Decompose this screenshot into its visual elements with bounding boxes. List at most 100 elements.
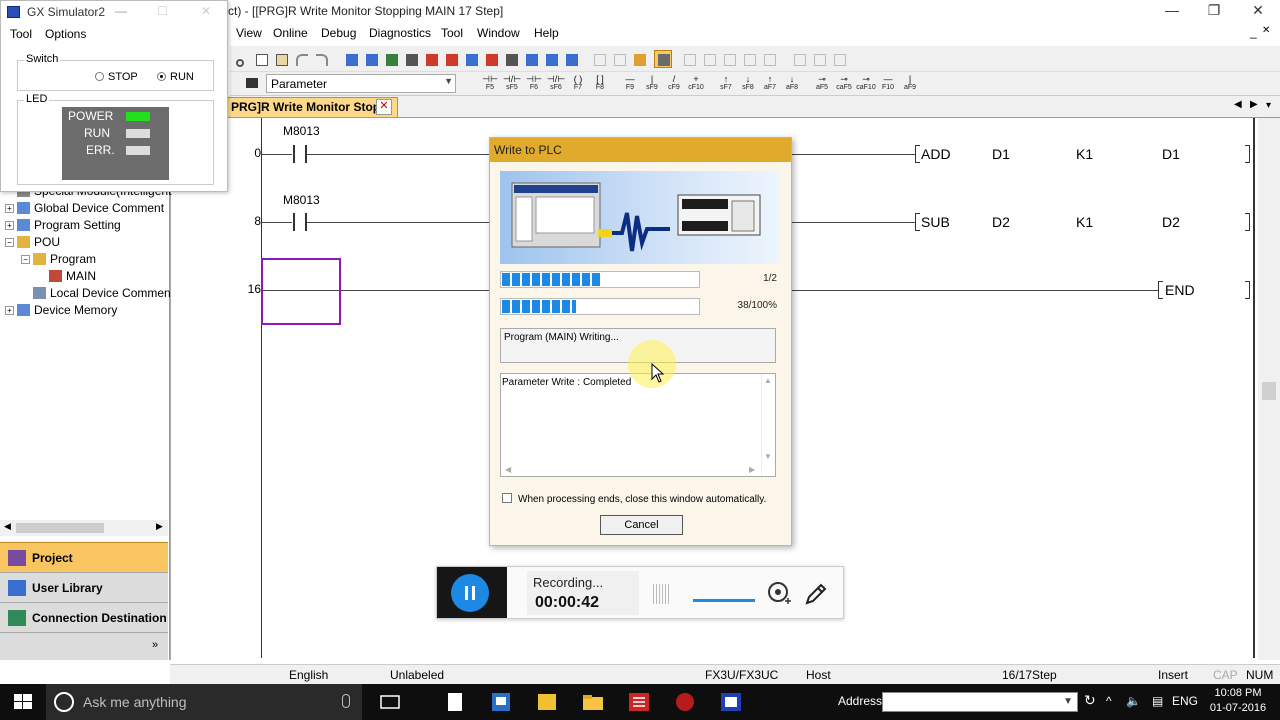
- insert-line-icon[interactable]: [680, 50, 698, 68]
- tree-item-global-device-comment[interactable]: + Global Device Comment: [5, 201, 164, 217]
- scroll-left-icon[interactable]: ◀: [505, 465, 511, 474]
- ladder-key-af5[interactable]: ⊸ aF5: [812, 75, 832, 93]
- insert-col-icon[interactable]: [720, 50, 738, 68]
- webcam-icon[interactable]: [767, 581, 791, 607]
- scroll-right-icon[interactable]: ▶: [156, 521, 163, 532]
- read-plc-icon[interactable]: [422, 50, 440, 68]
- microphone-icon[interactable]: [342, 694, 350, 708]
- pencil-icon[interactable]: [803, 581, 829, 607]
- ladder-key-sf6[interactable]: ⊣/⊢ sF6: [546, 75, 566, 93]
- input-language[interactable]: ENG: [1172, 694, 1198, 708]
- ladder-key-caf10[interactable]: ⊸ caF10: [856, 75, 876, 93]
- restore-button[interactable]: ❐: [1192, 0, 1236, 22]
- paste-icon[interactable]: [272, 50, 290, 68]
- comment-icon[interactable]: [630, 50, 648, 68]
- mdi-minimize-button[interactable]: _: [1250, 25, 1257, 39]
- log-horizontal-scrollbar[interactable]: ◀ ▶: [501, 464, 761, 476]
- collapse-icon[interactable]: −: [5, 238, 14, 247]
- ladder-key-af8[interactable]: ↓ aF8: [782, 75, 802, 93]
- refresh-icon[interactable]: ↻: [1084, 692, 1096, 709]
- operand[interactable]: D1: [992, 146, 1010, 162]
- delete-line-icon[interactable]: [700, 50, 718, 68]
- log-vertical-scrollbar[interactable]: ▲ ▼: [761, 374, 775, 476]
- run-radio[interactable]: RUN: [157, 71, 194, 83]
- file-explorer-icon[interactable]: [581, 690, 605, 714]
- checkbox-box[interactable]: [502, 493, 512, 503]
- expand-icon[interactable]: +: [5, 221, 14, 230]
- windows-start-icon[interactable]: [0, 684, 46, 720]
- ladder-key-f10[interactable]: — F10: [878, 75, 898, 93]
- ladder-key-cf9[interactable]: / cF9: [664, 75, 684, 93]
- menu-view[interactable]: View: [236, 26, 262, 40]
- red-app-icon[interactable]: [673, 690, 697, 714]
- menu-debug[interactable]: Debug: [321, 26, 356, 40]
- operand[interactable]: K1: [1076, 214, 1093, 230]
- ladder-sym-icon[interactable]: [790, 50, 808, 68]
- tab-list-icon[interactable]: ▾: [1266, 100, 1271, 111]
- operand[interactable]: D2: [992, 214, 1010, 230]
- contact-label[interactable]: M8013: [283, 193, 320, 207]
- chevron-down-icon[interactable]: ▼: [1063, 696, 1073, 707]
- nav-tab-connection-destination[interactable]: Connection Destination: [0, 602, 168, 632]
- sim-menu-tool[interactable]: Tool: [10, 27, 32, 41]
- collapse-icon[interactable]: −: [21, 255, 30, 264]
- copy-icon[interactable]: [252, 50, 270, 68]
- gx-simulator-icon[interactable]: [719, 690, 743, 714]
- scroll-left-icon[interactable]: ◀: [4, 521, 11, 532]
- scroll-down-icon[interactable]: ▼: [764, 452, 772, 461]
- ladder-key-sf7[interactable]: ↑ sF7: [716, 75, 736, 93]
- menu-help[interactable]: Help: [534, 26, 559, 40]
- scroll-right-icon[interactable]: ▶: [749, 465, 755, 474]
- ladder-key-f6[interactable]: ⊣⊢ F6: [524, 75, 544, 93]
- dev-2-icon[interactable]: [562, 50, 580, 68]
- instruction-name[interactable]: ADD: [921, 146, 951, 162]
- monitor-icon[interactable]: [482, 50, 500, 68]
- monitor-stop-icon[interactable]: [502, 50, 520, 68]
- tree-item-program[interactable]: − Program: [21, 252, 96, 268]
- cross-reference-icon[interactable]: [402, 50, 420, 68]
- device-search-icon[interactable]: [342, 50, 360, 68]
- maximize-button[interactable]: ☐: [157, 4, 168, 18]
- action-center-icon[interactable]: ▤: [1152, 694, 1163, 708]
- stop-radio[interactable]: STOP: [95, 71, 138, 83]
- volume-level[interactable]: [693, 599, 755, 602]
- menu-online[interactable]: Online: [273, 26, 308, 40]
- ladder-key-f9[interactable]: — F9: [620, 75, 640, 93]
- verify-icon[interactable]: [462, 50, 480, 68]
- menu-diagnostics[interactable]: Diagnostics: [369, 26, 431, 40]
- cancel-button[interactable]: Cancel: [600, 515, 683, 535]
- log-area[interactable]: Parameter Write : Completed ▲ ▼ ◀ ▶: [500, 373, 776, 477]
- ladder-key-sf5[interactable]: ⊣/⊢ sF5: [502, 75, 522, 93]
- delete-col-icon[interactable]: [740, 50, 758, 68]
- find-icon[interactable]: [362, 50, 380, 68]
- drag-handle[interactable]: [653, 584, 671, 604]
- close-icon[interactable]: ✕: [376, 99, 392, 115]
- replace-icon[interactable]: [382, 50, 400, 68]
- menu-window[interactable]: Window: [477, 26, 520, 40]
- chevron-down-icon[interactable]: »: [152, 639, 158, 651]
- expand-icon[interactable]: +: [5, 204, 14, 213]
- tree-item-device-memory[interactable]: + Device Memory: [5, 303, 117, 319]
- minimize-button[interactable]: —: [1150, 0, 1194, 22]
- ladder-cursor[interactable]: [261, 258, 341, 325]
- ladder-key-sf8[interactable]: ↓ sF8: [738, 75, 758, 93]
- ladder-key-af7[interactable]: ↑ aF7: [760, 75, 780, 93]
- tab-main-program[interactable]: PRG]R Write Monitor Stop...: [226, 97, 398, 117]
- nav-tab-user-library[interactable]: User Library: [0, 572, 168, 602]
- ladder-key-f5[interactable]: ⊣⊢ F5: [480, 75, 500, 93]
- contact-label[interactable]: M8013: [283, 124, 320, 138]
- ladder-key-af9[interactable]: | aF9: [900, 75, 920, 93]
- end-instruction[interactable]: END: [1165, 282, 1195, 298]
- mdi-close-button[interactable]: ✕: [1262, 25, 1270, 36]
- rung-icon[interactable]: [760, 50, 778, 68]
- sim-menu-options[interactable]: Options: [45, 27, 86, 41]
- zoom-icon[interactable]: [590, 50, 608, 68]
- auto-close-checkbox[interactable]: When processing ends, close this window …: [502, 493, 766, 505]
- gx-works-icon[interactable]: [627, 690, 651, 714]
- layout-icon[interactable]: [610, 50, 628, 68]
- cortana-search-box[interactable]: Ask me anything: [46, 684, 362, 720]
- contact-symbol[interactable]: [293, 145, 295, 163]
- tree-item-pou[interactable]: − POU: [5, 235, 60, 251]
- ladder-key-cf10[interactable]: + cF10: [686, 75, 706, 93]
- tree-item-main[interactable]: MAIN: [37, 269, 96, 285]
